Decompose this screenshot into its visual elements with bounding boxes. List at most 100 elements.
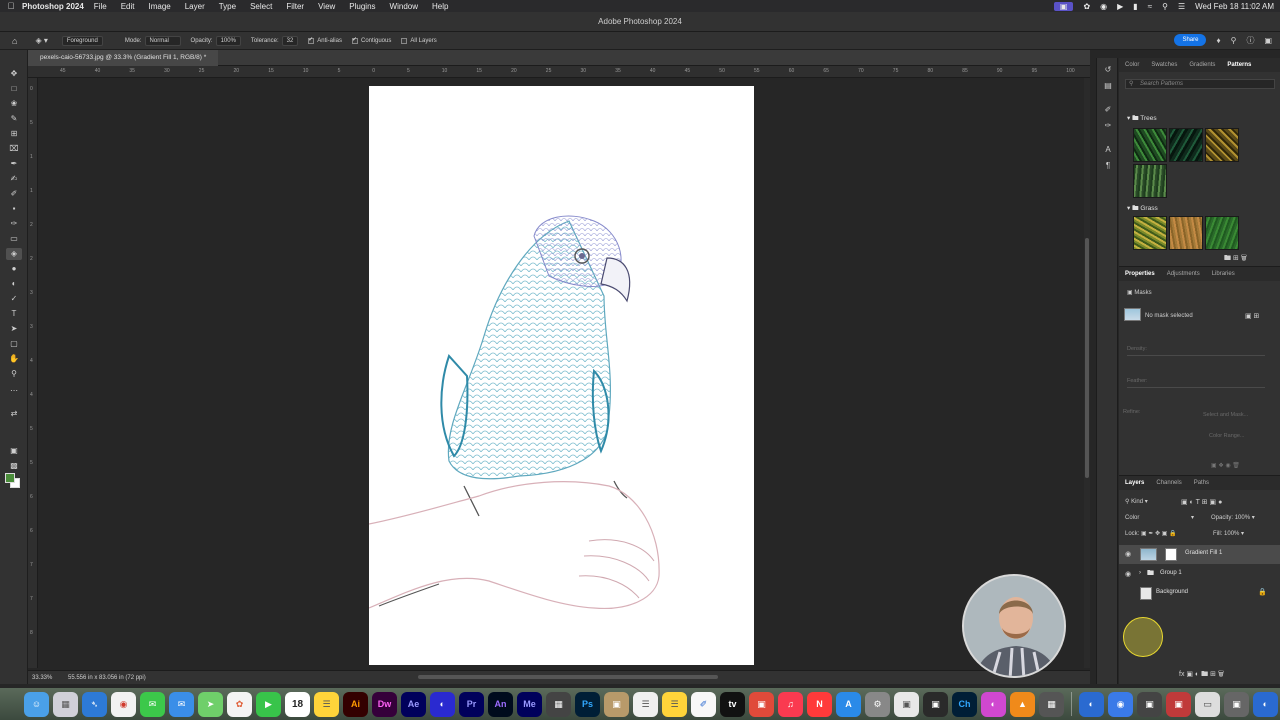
play-icon[interactable]: ▶ <box>1117 2 1123 11</box>
history-panel-icon[interactable]: ↺ <box>1102 64 1114 76</box>
paint-bucket-tool-icon[interactable]: ◈ <box>6 248 22 260</box>
animate-icon[interactable]: An <box>488 691 513 717</box>
eraser-tool-icon[interactable]: ▭ <box>6 233 22 245</box>
visibility-eye-icon[interactable]: ◉ <box>1125 550 1131 558</box>
apple-menu-icon[interactable]:  <box>0 1 22 11</box>
quick-mask-icon[interactable]: ▣ <box>6 445 22 457</box>
pattern-swatch[interactable] <box>1133 216 1167 250</box>
foreground-color-swatch[interactable] <box>5 473 15 483</box>
share-button[interactable]: Share <box>1174 34 1207 46</box>
screen-capture-icon[interactable]: ▣ <box>894 691 919 717</box>
wifi-icon[interactable]: ≈ <box>1148 2 1152 11</box>
photos-icon[interactable]: ✿ <box>227 691 252 717</box>
media-encoder-icon[interactable]: Me <box>517 691 542 717</box>
launchpad-icon[interactable]: ▦ <box>53 691 78 717</box>
swap-colors-icon[interactable]: ⇄ <box>6 408 22 420</box>
quick-select-tool-icon[interactable]: ✎ <box>6 113 22 125</box>
layer-row-group[interactable]: ◉ › 🖿 Group 1 <box>1119 565 1280 584</box>
screen-mode-icon[interactable]: ▩ <box>6 460 22 472</box>
facetime-icon[interactable]: ▶ <box>256 691 281 717</box>
layer-opacity[interactable]: Opacity: 100% ▾ <box>1211 514 1255 521</box>
paragraph-panel-icon[interactable]: ¶ <box>1102 160 1114 172</box>
clock[interactable]: Wed Feb 18 11:02 AM <box>1195 2 1274 11</box>
menu-filter[interactable]: Filter <box>286 2 304 11</box>
crop-tool-icon[interactable]: ⊞ <box>6 128 22 140</box>
menu-image[interactable]: Image <box>148 2 170 11</box>
pattern-panel-actions[interactable]: 🖿 ⊞ 🗑 <box>1224 254 1247 265</box>
dodge-tool-icon[interactable]: ◐ <box>6 278 22 290</box>
antialias-checkbox[interactable] <box>308 36 315 44</box>
group-expand-chevron-icon[interactable]: › <box>1139 570 1141 576</box>
messages-icon[interactable]: ✉ <box>140 691 165 717</box>
battery-icon[interactable]: ▮ <box>1133 2 1137 11</box>
chrome-icon[interactable]: ◉ <box>111 691 136 717</box>
blend-mode-select[interactable]: Color ▾ <box>1125 514 1194 521</box>
menu-type[interactable]: Type <box>219 2 236 11</box>
creative-cloud-icon[interactable]: ✿ <box>1083 2 1090 11</box>
vlc-icon[interactable]: ▲ <box>1010 691 1035 717</box>
mode-select[interactable]: Normal <box>144 35 181 46</box>
apple-tv-icon[interactable]: tv <box>720 691 745 717</box>
layer-row-gradient-fill[interactable]: ◉ Gradient Fill 1 <box>1119 545 1280 564</box>
menu-plugins[interactable]: Plugins <box>349 2 375 11</box>
layer-filter-icons[interactable]: ▣ ◐ T ⊞ ▣ ● <box>1181 498 1222 506</box>
menu-edit[interactable]: Edit <box>121 2 135 11</box>
preview-icon[interactable]: ▣ <box>923 691 948 717</box>
opacity-input[interactable]: 100% <box>215 35 241 46</box>
contiguous-checkbox[interactable] <box>351 36 358 44</box>
keynote-icon[interactable]: ▣ <box>749 691 774 717</box>
brushes-panel-icon[interactable]: ✑ <box>1102 120 1114 132</box>
fill-value[interactable]: 100% <box>1224 531 1239 537</box>
spotlight-search-icon[interactable]: ⚲ <box>1162 2 1168 11</box>
layer-row-background[interactable]: Background 🔒 <box>1119 584 1280 603</box>
mask-buttons[interactable]: ▣ ⊞ <box>1245 312 1259 320</box>
visibility-eye-icon[interactable]: ◉ <box>1125 570 1131 578</box>
character-panel-icon[interactable]: A <box>1102 144 1114 156</box>
freeform-icon[interactable]: ✐ <box>691 691 716 717</box>
pattern-swatch[interactable] <box>1205 128 1239 162</box>
horizontal-scroll-thumb[interactable] <box>418 675 718 679</box>
search-icon[interactable]: ⚲ <box>1231 36 1237 45</box>
pattern-swatch[interactable] <box>1169 128 1203 162</box>
type-tool-icon[interactable]: T <box>6 308 22 320</box>
tab-properties[interactable]: Properties <box>1119 271 1161 277</box>
tab-channels[interactable]: Channels <box>1150 480 1187 486</box>
eyedropper-tool-icon[interactable]: ✒ <box>6 158 22 170</box>
stickies-icon[interactable]: ☰ <box>662 691 687 717</box>
zoom-tool-icon[interactable]: ⚲ <box>6 368 22 380</box>
vertical-scrollbar[interactable] <box>1084 78 1090 668</box>
app-store-icon[interactable]: A <box>836 691 861 717</box>
tab-color[interactable]: Color <box>1119 62 1145 68</box>
menu-layer[interactable]: Layer <box>185 2 205 11</box>
pattern-group-grass[interactable]: ▾ 🖿 Grass <box>1127 204 1158 215</box>
screen-record-icon[interactable]: ▣ <box>1053 1 1074 11</box>
pattern-swatch[interactable] <box>1169 216 1203 250</box>
after-effects-icon[interactable]: Ae <box>401 691 426 717</box>
system-settings-icon[interactable]: ⚙ <box>865 691 890 717</box>
tab-paths[interactable]: Paths <box>1188 480 1215 486</box>
blur-tool-icon[interactable]: ● <box>6 263 22 275</box>
music-icon[interactable]: ♫ <box>778 691 803 717</box>
recent-document-icon[interactable]: ▭ <box>1195 691 1220 717</box>
tab-patterns[interactable]: Patterns <box>1221 62 1257 68</box>
record-icon[interactable]: ◉ <box>1100 2 1107 11</box>
layer-kind-filter[interactable]: ⚲ Kind ▾ <box>1125 498 1148 505</box>
more-tools-icon[interactable]: ⋯ <box>6 385 22 397</box>
path-select-tool-icon[interactable]: ➤ <box>6 323 22 335</box>
mail-icon[interactable]: ✉ <box>169 691 194 717</box>
home-icon[interactable]: ⌂ <box>12 36 17 46</box>
document-canvas[interactable] <box>368 86 754 665</box>
pattern-swatch[interactable] <box>1205 216 1239 250</box>
recent-document-icon[interactable]: ▣ <box>1224 691 1249 717</box>
clone-stamp-icon[interactable]: ▪ <box>6 203 22 215</box>
rectangle-tool-icon[interactable]: ▢ <box>6 338 22 350</box>
pattern-swatch[interactable] <box>1133 164 1167 198</box>
bell-icon[interactable]: ♦ <box>1216 36 1220 45</box>
color-range-button[interactable]: Color Range... <box>1209 433 1244 439</box>
marquee-tool-icon[interactable]: □ <box>6 83 22 95</box>
patterns-search-input[interactable]: ⚲ Search Patterns <box>1125 79 1275 89</box>
document-tab[interactable]: pexels-caio-56733.jpg @ 33.3% (Gradient … <box>28 50 219 66</box>
brush-tool-icon[interactable]: ✐ <box>6 188 22 200</box>
creative-cloud-icon[interactable]: ◐ <box>430 691 455 717</box>
news-icon[interactable]: N <box>807 691 832 717</box>
